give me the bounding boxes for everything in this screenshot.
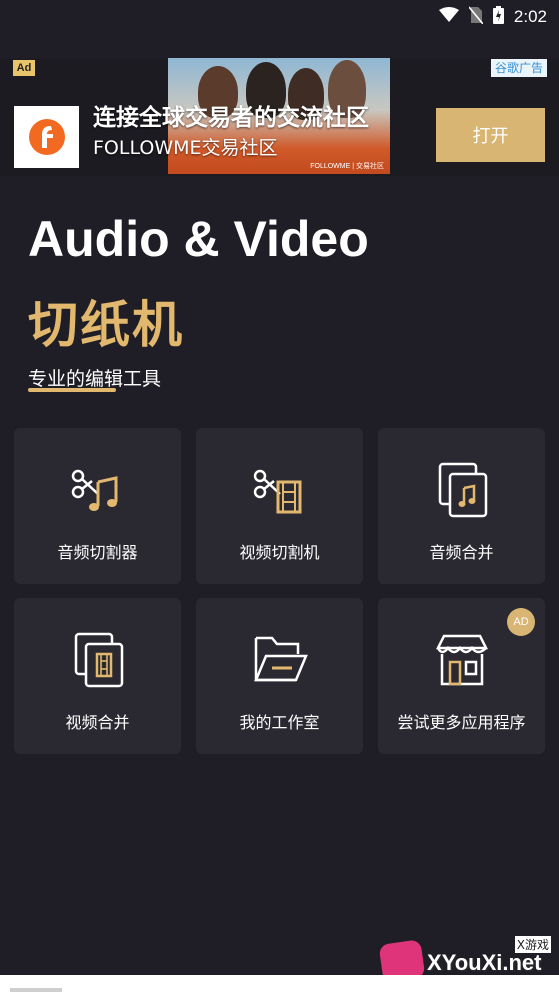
tile-label: 尝试更多应用程序: [397, 713, 526, 732]
tile-audio-merge[interactable]: 音频合并: [378, 428, 545, 584]
tile-my-studio[interactable]: 我的工作室: [196, 598, 363, 754]
ad-badge: AD: [507, 608, 535, 636]
tile-label: 我的工作室: [239, 713, 320, 732]
ad-label: Ad: [13, 60, 35, 76]
tile-audio-cutter[interactable]: 音频切割器: [14, 428, 181, 584]
status-bar: 2:02: [0, 0, 559, 34]
ad-title: 连接全球交易者的交流社区: [93, 105, 369, 131]
ad-banner[interactable]: FOLLOWME | 交易社区 Ad 谷歌广告 连接全球交易者的交流社区 FOL…: [0, 58, 559, 176]
audio-merge-icon: [432, 460, 492, 520]
clock: 2:02: [513, 7, 547, 26]
tile-label: 视频合并: [65, 713, 130, 732]
wifi-icon: [438, 7, 459, 27]
audio-cutter-icon: [68, 460, 128, 520]
ad-open-button[interactable]: 打开: [436, 108, 545, 162]
ad-network-label[interactable]: 谷歌广告: [490, 59, 547, 77]
ad-subtitle: FOLLOWME交易社区: [93, 137, 278, 159]
tile-label: 音频合并: [429, 543, 494, 562]
app-title-cn: 切纸机: [28, 296, 184, 354]
followme-logo: [14, 106, 79, 168]
tile-video-cutter[interactable]: 视频切割机: [196, 428, 363, 584]
battery-charging-icon: [492, 6, 504, 28]
watermark-text: XYouXi.net: [427, 950, 542, 975]
bottom-handle: [10, 988, 62, 992]
tile-more-apps[interactable]: AD 尝试更多应用程序: [378, 598, 545, 754]
tagline-underline: [28, 388, 116, 392]
video-merge-icon: [68, 630, 128, 690]
no-sim-icon: [468, 6, 484, 28]
app-tagline: 专业的编辑工具: [28, 368, 162, 390]
app-title: Audio & Video: [28, 211, 369, 267]
video-cutter-icon: [250, 460, 310, 520]
store-icon: [432, 630, 492, 690]
tile-label: 音频切割器: [57, 543, 138, 562]
tile-label: 视频切割机: [239, 543, 320, 562]
folder-icon: [250, 630, 310, 690]
bottom-bar: [0, 975, 559, 994]
ad-photo-caption: FOLLOWME | 交易社区: [310, 163, 384, 170]
tile-video-merge[interactable]: 视频合并: [14, 598, 181, 754]
